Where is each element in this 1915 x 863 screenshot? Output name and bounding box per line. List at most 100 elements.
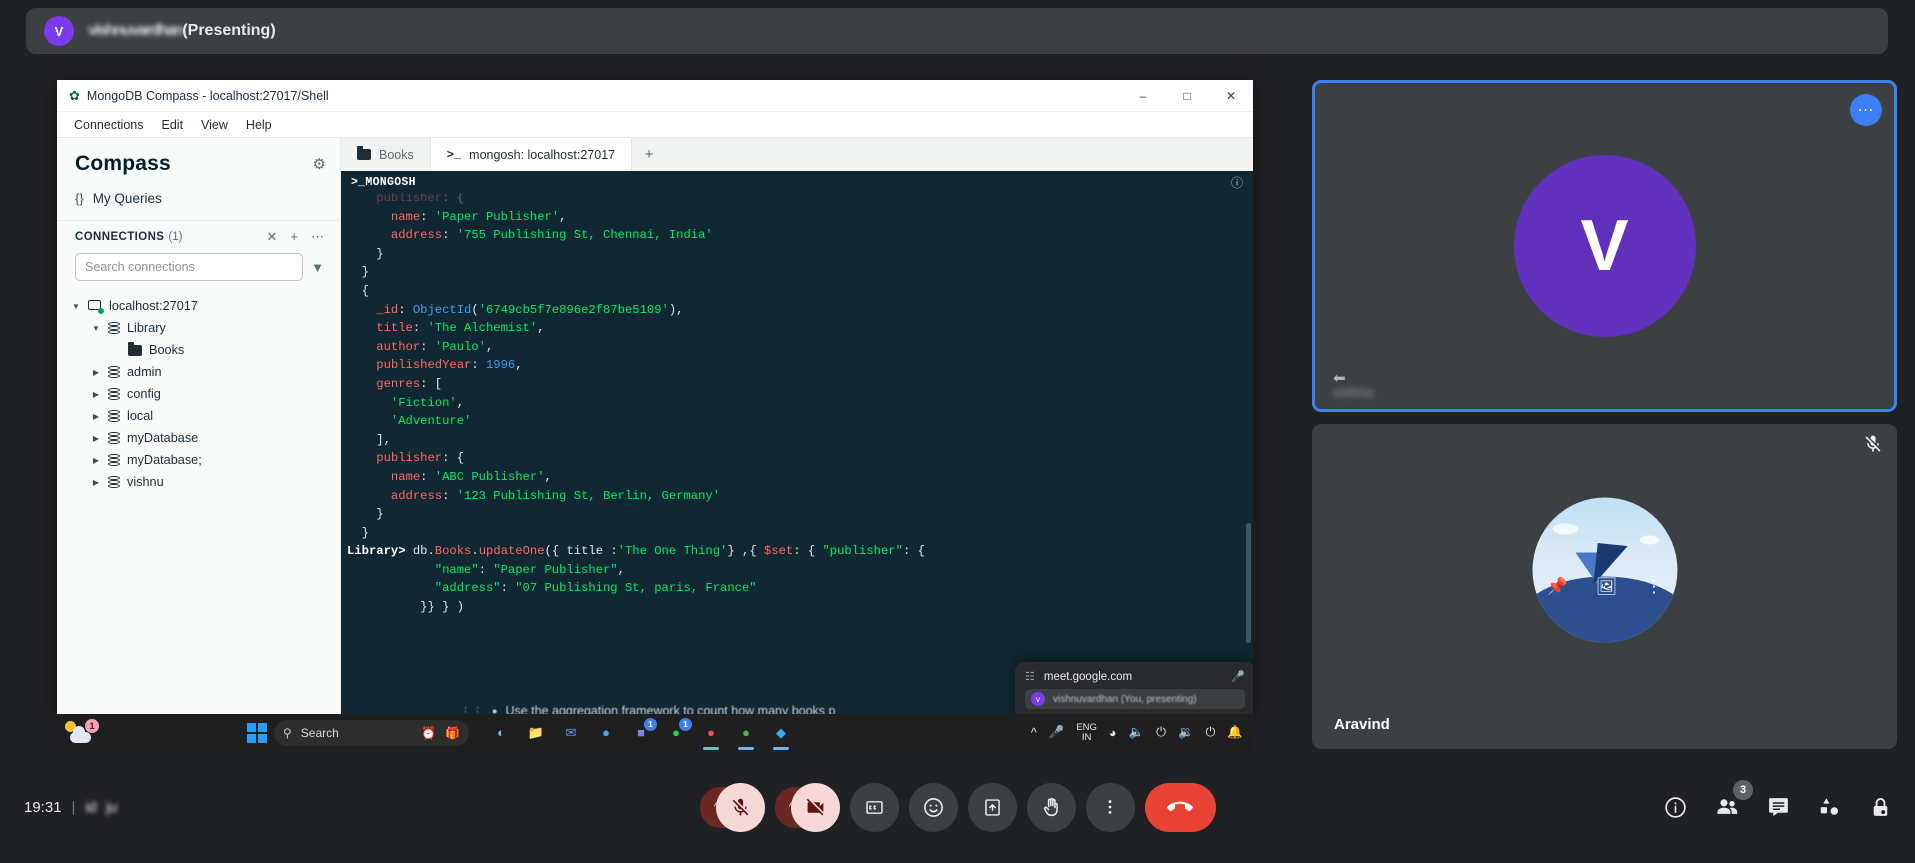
presenter-tile[interactable]: ⋯ V ⬅ vishnu [1312,80,1897,412]
chevron-right-icon[interactable] [91,478,101,487]
minimize-button[interactable]: – [1121,80,1165,111]
add-icon[interactable]: + [290,229,298,245]
meeting-info-left: 19:31 | id ju [24,799,117,816]
mic-icon[interactable]: 🎤 [1231,670,1245,683]
presenting-title: vishnuvardhan(Presenting) [88,22,276,40]
sidebar-item-my-queries[interactable]: {} My Queries [57,186,340,220]
more-icon[interactable]: ⋯ [311,229,324,245]
mic-toggle[interactable] [715,782,765,832]
my-queries-label: My Queries [92,191,162,206]
shell-line: title: 'The Alchemist', [376,321,545,336]
lock-icon [1873,797,1888,816]
edge-browser-icon[interactable]: ● [595,722,617,744]
reactions-button[interactable] [908,782,958,832]
chrome-icon[interactable]: ● [700,722,722,750]
gear-icon[interactable]: ⚙ [313,155,326,173]
menu-help[interactable]: Help [237,115,281,135]
shell-scrollbar[interactable] [1246,523,1251,643]
chevron-right-icon[interactable] [91,434,101,443]
more-options-button[interactable] [1085,782,1135,832]
participant-tile[interactable]: 📌 🖼 ⋮ Aravind [1312,424,1897,749]
tree-item-library[interactable]: Library [57,317,340,339]
camera-toggle[interactable] [790,782,840,832]
teams-icon[interactable]: ■ 1 [630,717,657,744]
maximize-button[interactable]: □ [1165,80,1209,111]
close-button[interactable]: ✕ [1209,80,1253,111]
mail-icon[interactable]: ✉ [560,722,582,744]
shell-line: } [376,507,384,522]
chevron-down-icon[interactable] [71,302,81,311]
shell-output[interactable]: publisher: { name: 'Paper Publisher', ad… [341,193,1253,714]
new-tab-button[interactable]: + [632,138,666,171]
more-horizontal-icon[interactable]: ⋯ [1850,94,1882,126]
windows-logo-icon[interactable] [247,722,267,743]
tree-item-vishnu[interactable]: vishnu [57,471,340,493]
tree-item-localhost-27017[interactable]: localhost:27017 [57,295,340,317]
mongodb-compass-icon[interactable]: ● [735,722,757,750]
vscode-icon[interactable]: ◆ [770,722,792,750]
pin-icon[interactable]: 📌 [1547,577,1568,597]
tree-item-mydatabase[interactable]: myDatabase [57,427,340,449]
windows-taskbar: 1 ⚲ Search ⏰ 🎁 ◐ 📁 ✉ ● ■ 1 ● 1 ● ● ◆ ^ 🎤 ENG IN ◕ … [57,714,1253,751]
shell-line: "name": "Paper Publisher", [434,562,625,577]
weather-icon: 1 [65,718,99,746]
tab-mongosh[interactable]: >_ mongosh: localhost:27017 [430,138,633,171]
chevron-right-icon[interactable] [91,456,101,465]
chat-button[interactable] [1766,795,1791,820]
chrome-url: meet.google.com [1043,670,1133,683]
database-icon [108,321,120,335]
tab-books[interactable]: Books [341,138,431,171]
search-connections-input[interactable] [75,253,304,281]
taskbar-weather-widget[interactable]: 1 [57,718,247,746]
chevron-down-icon[interactable] [91,324,101,333]
tree-item-label: localhost:27017 [109,299,198,313]
tree-item-local[interactable]: local [57,405,340,427]
file-explorer-icon[interactable]: 📁 [525,722,547,744]
gift-icon: 🎁 [445,725,460,740]
leave-call-button[interactable] [1144,782,1216,832]
shell-line: address: '123 Publishing St, Berlin, Ger… [390,488,721,503]
mic-icon[interactable]: 🎤 [1049,725,1065,740]
info-icon[interactable]: ⓘ [1231,174,1243,191]
filter-icon[interactable]: ▼ [311,260,324,275]
notification-bell-icon[interactable]: 🔔 [1227,725,1243,740]
edge-copilot-icon[interactable]: ◐ [490,722,512,744]
whatsapp-icon[interactable]: ● 1 [665,717,692,744]
wifi-icon[interactable]: ◕ [1109,726,1117,740]
tree-item-config[interactable]: config [57,383,340,405]
activities-button[interactable] [1817,795,1842,820]
participants-button[interactable]: 3 [1714,780,1753,820]
captions-toggle[interactable] [849,782,899,832]
chevron-up-icon[interactable]: ^ [1031,726,1037,740]
battery-icon[interactable]: ⏻ [1156,725,1166,740]
tree-item-admin[interactable]: admin [57,361,340,383]
battery-icon-2[interactable]: ⏻ [1206,725,1216,740]
volume-icon[interactable]: 🔈 [1128,725,1144,740]
menu-edit[interactable]: Edit [153,115,193,135]
folder-icon [128,341,142,356]
meeting-details-button[interactable] [1663,795,1688,820]
language-indicator[interactable]: ENG IN [1076,722,1097,743]
chevron-right-icon[interactable] [91,368,101,377]
tree-item-books[interactable]: Books [57,339,340,361]
taskbar-search-box[interactable]: ⚲ Search ⏰ 🎁 [274,719,469,746]
chevron-right-icon[interactable] [91,412,101,421]
picture-in-picture-icon[interactable]: 🖼 [1596,577,1618,597]
mongodb-leaf-icon: ✿ [69,87,80,103]
collapse-icon[interactable]: ✕ [267,229,278,245]
menu-view[interactable]: View [192,115,237,135]
system-tray: ^ 🎤 ENG IN ◕ 🔈 ⏻ 🔉 ⏻ 🔔 [1031,722,1253,743]
chrome-popup[interactable]: ☷ meet.google.com 🎤 v vishnuvardhan (You… [1015,662,1253,714]
menu-connections[interactable]: Connections [65,115,153,135]
volume-icon-2[interactable]: 🔉 [1178,725,1194,740]
meeting-code-left: id [85,798,97,816]
emoji-icon [923,797,943,817]
more-vertical-icon[interactable]: ⋮ [1645,577,1662,597]
host-controls-button[interactable] [1868,795,1893,820]
chevron-right-icon[interactable] [91,390,101,399]
present-now-button[interactable] [967,782,1017,832]
tree-item-mydatabase-[interactable]: myDatabase; [57,449,340,471]
raise-hand-button[interactable] [1026,782,1076,832]
participants-badge: 3 [1733,780,1753,800]
chrome-suggestion[interactable]: v vishnuvardhan (You, presenting) [1025,689,1245,709]
